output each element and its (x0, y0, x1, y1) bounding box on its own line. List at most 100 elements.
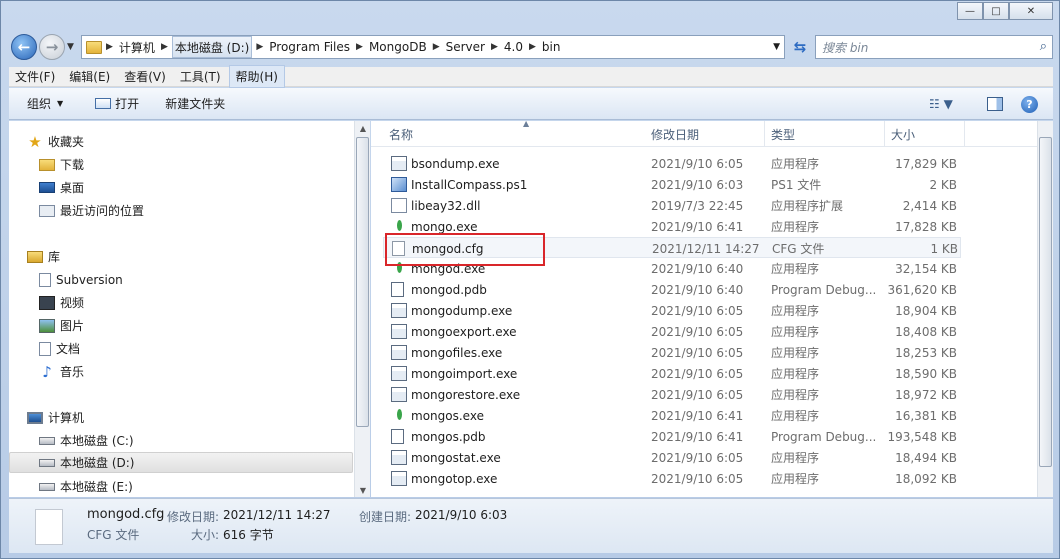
file-size: 2 KB (929, 177, 957, 192)
address-bar[interactable]: ▶ 计算机 ▶ 本地磁盘 (D:) ▶ Program Files ▶ Mong… (81, 35, 785, 59)
change-view-button[interactable]: ☷ ▼ (929, 95, 953, 113)
drive-icon (39, 482, 55, 491)
nav-documents[interactable]: 文档 (39, 338, 80, 359)
column-name[interactable]: 名称 ▲ (383, 121, 645, 147)
breadcrumb-version[interactable]: 4.0 (502, 36, 525, 58)
file-row[interactable]: mongoimport.exe 2021/9/10 6:05 应用程序 18,590 … (383, 363, 961, 384)
file-date-modified: 2021/9/10 6:40 (651, 282, 744, 297)
menu-help[interactable]: 帮助(H) (228, 65, 285, 88)
file-type: 应用程序 (771, 157, 820, 171)
nav-drive-d[interactable]: 本地磁盘 (D:) (9, 452, 353, 473)
breadcrumb-mongodb[interactable]: MongoDB (367, 36, 429, 58)
nav-drive-e[interactable]: 本地磁盘 (E:) (39, 476, 133, 497)
nav-pictures[interactable]: 图片 (39, 315, 84, 336)
chevron-right-icon[interactable]: ▶ (352, 42, 367, 52)
file-list-scroll-thumb[interactable] (1039, 137, 1052, 467)
refresh-button[interactable]: ⇆ (789, 36, 811, 58)
file-size: 18,590 KB (895, 366, 957, 381)
forward-button[interactable]: → (39, 34, 65, 60)
nav-downloads[interactable]: 下载 (39, 154, 84, 175)
scroll-down-arrow-icon[interactable]: ▼ (355, 483, 371, 497)
chevron-right-icon[interactable]: ▶ (487, 42, 502, 52)
file-row[interactable]: mongofiles.exe 2021/9/10 6:05 应用程序 18,253 K… (383, 342, 961, 363)
nav-computer[interactable]: 计算机 (27, 407, 84, 428)
chevron-right-icon[interactable]: ▶ (157, 42, 172, 52)
file-date-modified: 2021/9/10 6:05 (651, 324, 744, 339)
file-row[interactable]: mongos.exe 2021/9/10 6:41 应用程序 16,381 KB (383, 405, 961, 426)
organize-button[interactable]: 组织 ▼ (25, 92, 65, 115)
breadcrumb-server[interactable]: Server (444, 36, 487, 58)
nav-scrollbar[interactable]: ▲ ▼ (354, 121, 370, 497)
breadcrumb-computer[interactable]: 计算机 (117, 36, 157, 58)
file-row[interactable]: bsondump.exe 2021/9/10 6:05 应用程序 17,829 KB (383, 153, 961, 174)
file-row[interactable]: mongotop.exe 2021/9/10 6:05 应用程序 18,092 KB (383, 468, 961, 489)
preview-pane-icon[interactable] (987, 97, 1003, 111)
search-icon[interactable]: ⌕ (1040, 39, 1047, 54)
nav-recent-places[interactable]: 最近访问的位置 (39, 200, 144, 221)
file-list-scrollbar[interactable] (1037, 121, 1053, 497)
file-size: 18,972 KB (895, 387, 957, 402)
maximize-button[interactable]: □ (983, 2, 1009, 20)
search-input[interactable]: 搜索 bin ⌕ (815, 35, 1053, 59)
chevron-right-icon[interactable]: ▶ (525, 42, 540, 52)
menu-tools[interactable]: 工具(T) (174, 66, 227, 87)
view-options-icon: ☷ ▼ (929, 97, 953, 111)
new-folder-button[interactable]: 新建文件夹 (163, 92, 227, 115)
file-name: libeay32.dll (411, 198, 481, 213)
file-row[interactable]: libeay32.dll 2019/7/3 22:45 应用程序扩展 2,414 KB (383, 195, 961, 216)
nav-label: 库 (48, 250, 61, 264)
file-type: Program Debug... (771, 282, 877, 297)
star-icon: ★ (28, 132, 42, 151)
open-button[interactable]: 打开 (93, 92, 141, 115)
scroll-up-arrow-icon[interactable]: ▲ (355, 121, 371, 135)
nav-scroll-thumb[interactable] (356, 137, 369, 427)
menu-edit[interactable]: 编辑(E) (63, 66, 116, 87)
file-row[interactable]: mongoexport.exe 2021/9/10 6:05 应用程序 18,408 … (383, 321, 961, 342)
close-button[interactable]: ✕ (1009, 2, 1053, 20)
nav-subversion[interactable]: Subversion (39, 269, 123, 290)
file-row[interactable]: mongorestore.exe 2021/9/10 6:05 应用程序 18,972… (383, 384, 961, 405)
nav-videos[interactable]: 视频 (39, 292, 84, 313)
address-history-dropdown[interactable]: ▼ (773, 42, 780, 52)
file-row[interactable]: mongod.pdb 2021/9/10 6:40 Program Debug...… (383, 279, 961, 300)
file-size: 32,154 KB (895, 261, 957, 276)
menu-file[interactable]: 文件(F) (9, 66, 61, 87)
column-size[interactable]: 大小 (885, 121, 965, 147)
details-created-value: 2021/9/10 6:03 (415, 508, 508, 522)
breadcrumb-drive-d[interactable]: 本地磁盘 (D:) (171, 36, 253, 58)
column-label: 修改日期 (651, 127, 700, 142)
file-size: 18,253 KB (895, 345, 957, 360)
back-button[interactable]: ← (11, 34, 37, 60)
file-size: 18,408 KB (895, 324, 957, 339)
file-row[interactable]: mongostat.exe 2021/9/10 6:05 应用程序 18,494 KB (383, 447, 961, 468)
details-size-label: 大小: (191, 528, 220, 542)
chevron-right-icon[interactable]: ▶ (429, 42, 444, 52)
nav-desktop[interactable]: 桌面 (39, 177, 84, 198)
file-date-modified: 2021/9/10 6:03 (651, 177, 744, 192)
file-row[interactable]: mongos.pdb 2021/9/10 6:41 Program Debug...… (383, 426, 961, 447)
cfg-file-icon (35, 509, 63, 545)
chevron-right-icon[interactable]: ▶ (102, 42, 117, 52)
column-type[interactable]: 类型 (765, 121, 885, 147)
recent-pages-dropdown[interactable]: ▼ (67, 42, 74, 52)
help-icon[interactable]: ? (1021, 96, 1038, 113)
chevron-right-icon[interactable]: ▶ (252, 42, 267, 52)
nav-label: 计算机 (48, 411, 85, 425)
file-size: 1 KB (930, 241, 958, 256)
minimize-button[interactable]: — (957, 2, 983, 20)
menu-view[interactable]: 查看(V) (118, 66, 172, 87)
file-row[interactable]: InstallCompass.ps1 2021/9/10 6:03 PS1 文件 2 … (383, 174, 961, 195)
nav-drive-c[interactable]: 本地磁盘 (C:) (39, 430, 134, 451)
file-row[interactable]: mongodump.exe 2021/9/10 6:05 应用程序 18,904 KB (383, 300, 961, 321)
exe-icon (391, 156, 407, 171)
file-size: 17,829 KB (895, 156, 957, 171)
breadcrumb-bin[interactable]: bin (540, 36, 563, 58)
file-type: 应用程序 (771, 220, 820, 234)
nav-favorites[interactable]: ★ 收藏夹 (27, 131, 84, 152)
nav-libraries[interactable]: 库 (27, 246, 60, 267)
details-type: CFG 文件 (87, 528, 140, 542)
nav-music[interactable]: ♪ 音乐 (39, 361, 84, 382)
column-date-modified[interactable]: 修改日期 (645, 121, 765, 147)
breadcrumb-program-files[interactable]: Program Files (267, 36, 352, 58)
exe-icon (391, 471, 407, 486)
